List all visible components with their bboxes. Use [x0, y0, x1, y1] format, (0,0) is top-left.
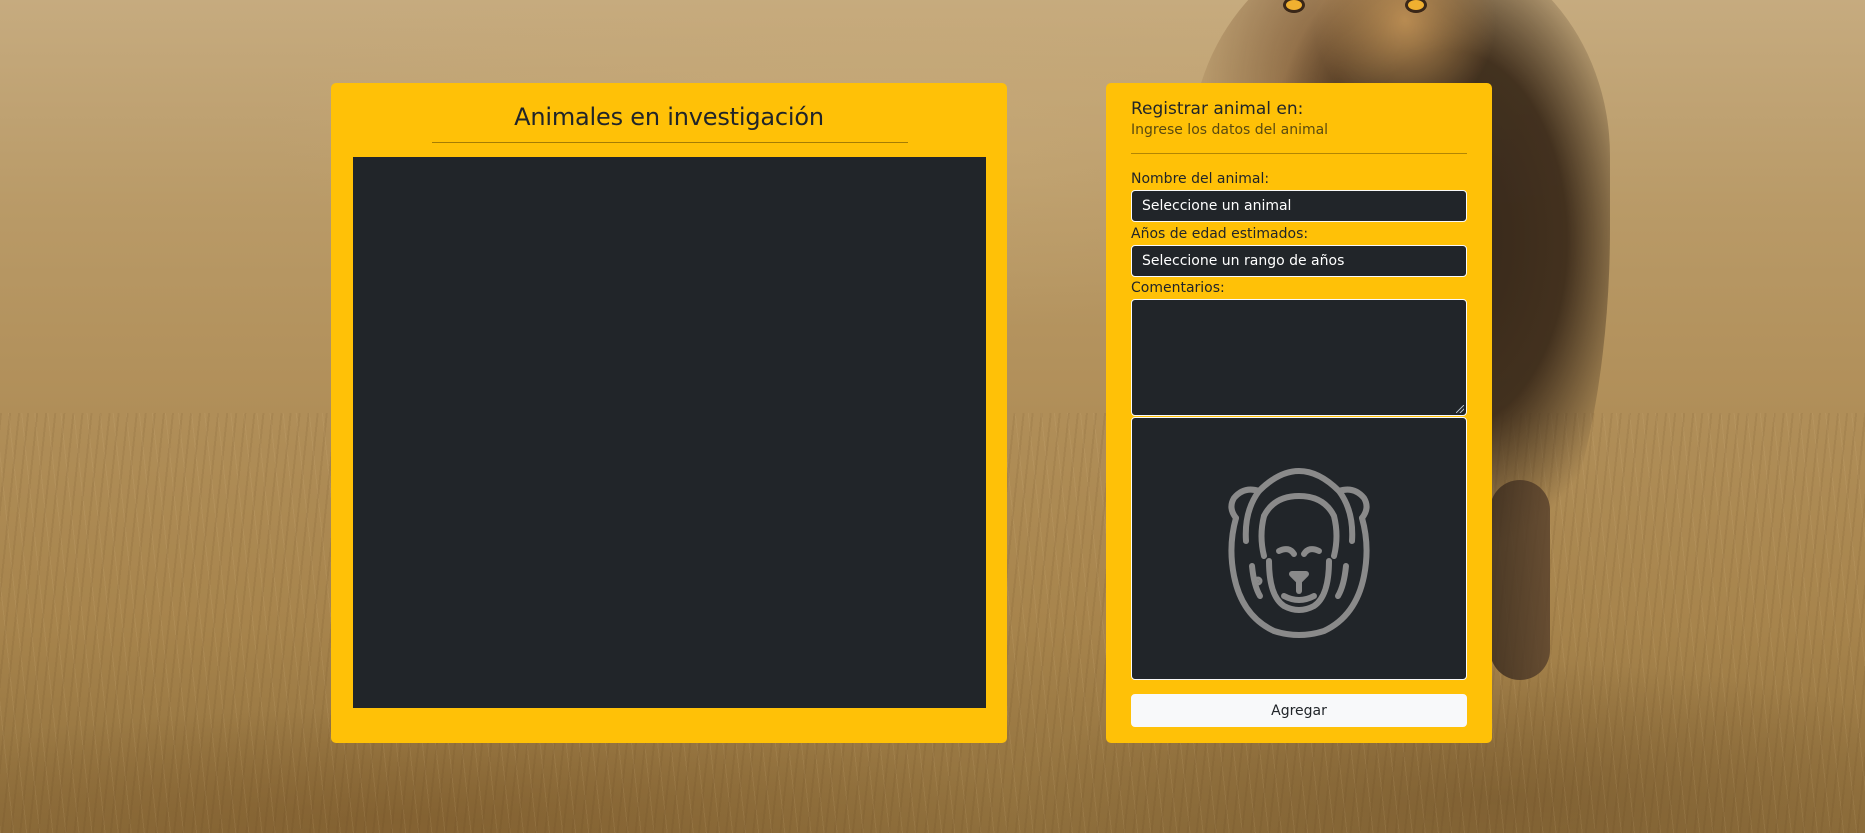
panel-title: Animales en investigación [514, 103, 824, 131]
register-animal-form: Registrar animal en: Ingrese los datos d… [1106, 83, 1492, 743]
research-animals-panel: Animales en investigación [331, 83, 1007, 743]
form-title: Registrar animal en: [1131, 99, 1304, 119]
animal-name-label: Nombre del animal: [1131, 171, 1270, 187]
animals-list-area [353, 157, 986, 708]
age-label: Años de edad estimados: [1131, 226, 1309, 242]
age-range-select[interactable]: Seleccione un rango de años [1131, 245, 1467, 277]
lion-eye-left [1286, 0, 1302, 10]
resize-handle[interactable] [1456, 405, 1464, 413]
form-divider [1131, 153, 1467, 154]
animal-name-select[interactable]: Seleccione un animal [1131, 190, 1467, 222]
comments-textarea[interactable] [1131, 299, 1467, 416]
lion-leg [1490, 480, 1550, 680]
form-subtitle: Ingrese los datos del animal [1131, 122, 1329, 138]
age-range-select-value: Seleccione un rango de años [1142, 253, 1345, 269]
title-divider [432, 142, 908, 143]
animal-name-select-value: Seleccione un animal [1142, 198, 1292, 214]
animal-preview-image [1131, 417, 1467, 680]
add-button[interactable]: Agregar [1131, 694, 1467, 727]
lion-icon [1228, 468, 1370, 638]
lion-eye-right [1408, 0, 1424, 10]
comments-label: Comentarios: [1131, 280, 1225, 296]
